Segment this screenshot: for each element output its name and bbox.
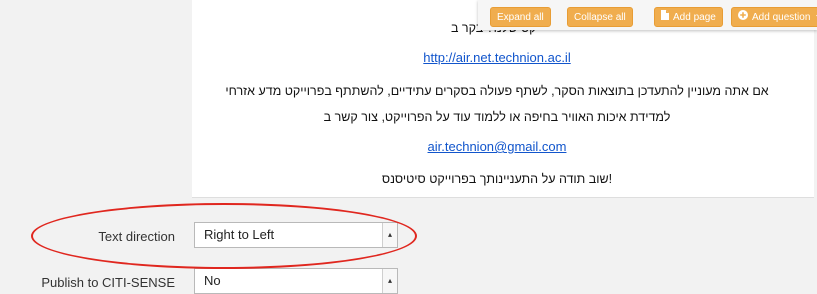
preview-website-link[interactable]: http://air.net.technion.ac.il	[192, 50, 802, 65]
collapse-all-button[interactable]: Collapse all	[567, 7, 633, 27]
collapse-all-label: Collapse all	[574, 12, 626, 23]
add-question-label: Add question	[752, 12, 811, 23]
add-page-button[interactable]: Add page	[654, 7, 723, 27]
plus-circle-icon	[738, 8, 748, 28]
select-arrow-icon: ▴	[382, 269, 397, 293]
publish-label: Publish to CITI-SENSE	[41, 275, 175, 290]
add-question-button[interactable]: Add question	[731, 7, 817, 27]
preview-email-link[interactable]: air.technion@gmail.com	[192, 139, 802, 154]
expand-all-button[interactable]: Expand all	[490, 7, 551, 27]
publish-select[interactable]: No ▴	[194, 268, 398, 294]
preview-text-line: !שוב תודה על התעניינותך בפרוייקט סיטיסנס	[381, 172, 613, 186]
editor-toolbar: Expand all Collapse all Add page Add que…	[478, 0, 817, 30]
add-page-label: Add page	[673, 12, 716, 23]
publish-value: No	[204, 273, 221, 288]
expand-all-label: Expand all	[497, 12, 544, 23]
preview-text-line: אם אתה מעוניין להתעדכן בתוצאות הסקר, לשת…	[225, 84, 769, 98]
red-highlight-annotation	[31, 203, 417, 269]
preview-text-line: למדידת איכות האוויר בחיפה או ללמוד עוד ע…	[323, 110, 671, 124]
page-icon	[661, 8, 669, 28]
